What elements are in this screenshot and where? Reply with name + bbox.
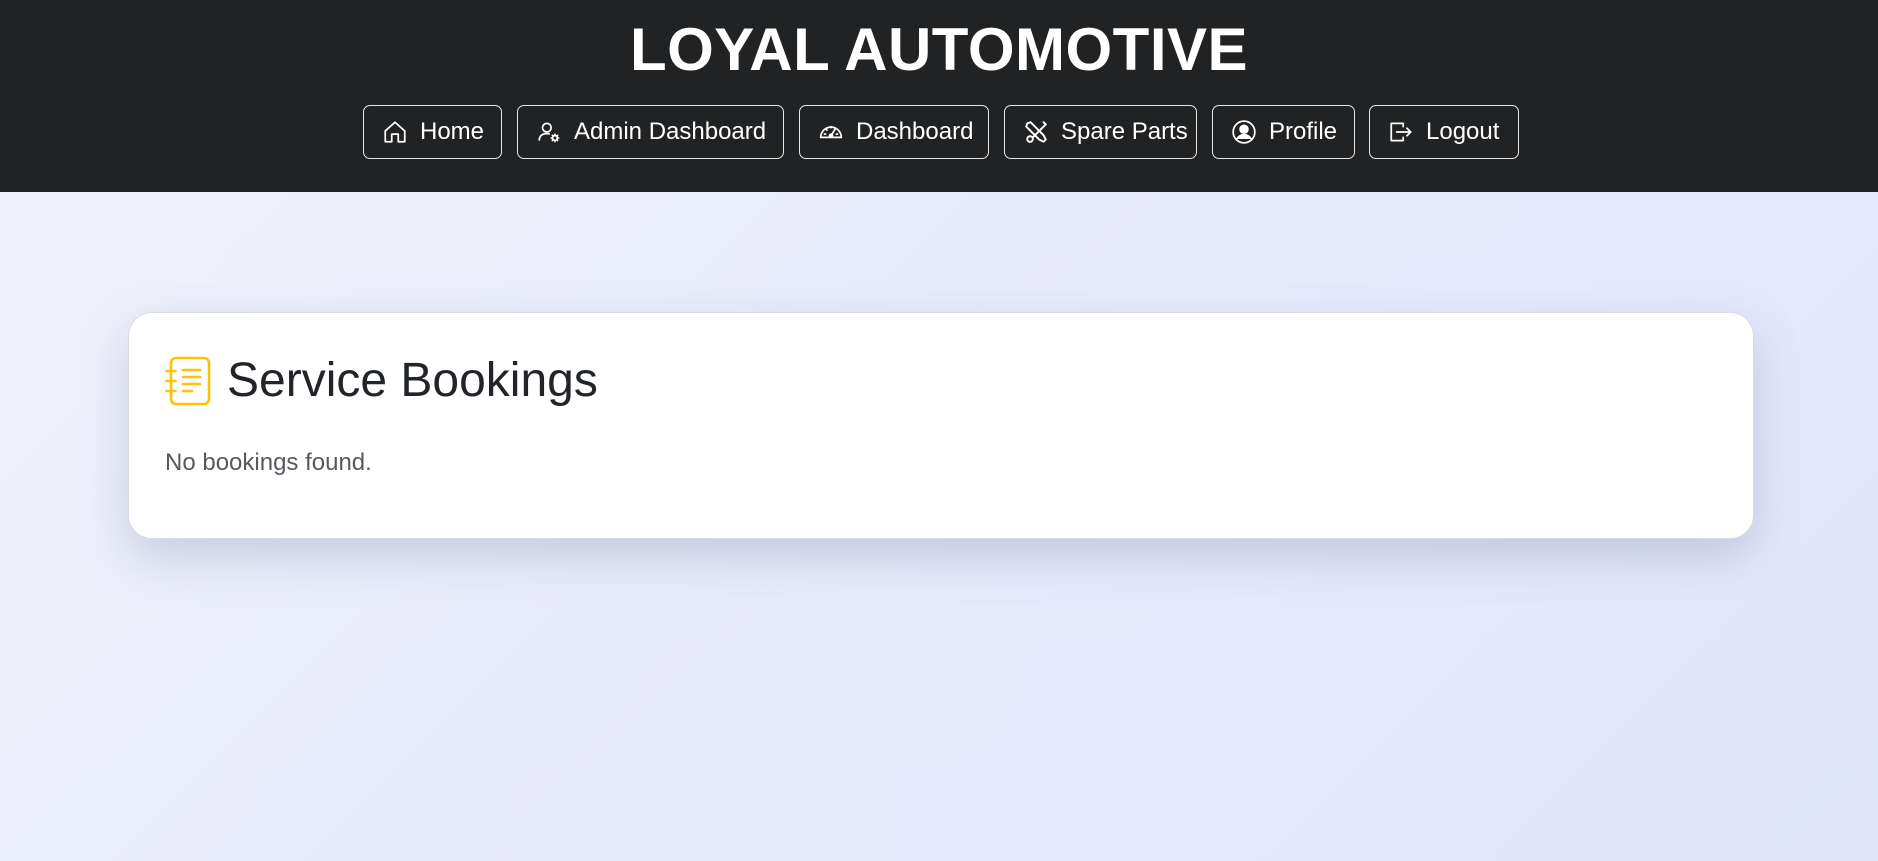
nav-spare-parts-button[interactable]: Spare Parts (1004, 105, 1197, 159)
nav-spare-parts-label: Spare Parts (1061, 118, 1188, 145)
empty-message: No bookings found. (165, 449, 372, 476)
nav-admin-dashboard-button[interactable]: Admin Dashboard (517, 105, 784, 159)
user-gear-icon (536, 119, 562, 145)
nav-home-button[interactable]: Home (363, 105, 502, 159)
nav-logout-label: Logout (1426, 118, 1500, 145)
nav-profile-label: Profile (1269, 118, 1338, 145)
nav-dashboard-button[interactable]: Dashboard (799, 105, 989, 159)
service-bookings-card: Service Bookings No bookings found. (128, 312, 1754, 539)
brand-title: LOYAL AUTOMOTIVE (629, 16, 1249, 83)
logout-icon (1388, 119, 1414, 145)
main-nav: Home Admin Dashboard Dashboard Spare Par… (0, 105, 1878, 161)
nav-profile-button[interactable]: Profile (1212, 105, 1355, 159)
top-navbar: LOYAL AUTOMOTIVE Home Admin Dashboard Da… (0, 0, 1878, 192)
tools-icon (1023, 119, 1049, 145)
home-icon (382, 119, 408, 145)
person-circle-icon (1231, 119, 1257, 145)
nav-dashboard-label: Dashboard (856, 118, 974, 145)
card-title: Service Bookings (227, 354, 598, 407)
nav-admin-dashboard-label: Admin Dashboard (574, 118, 767, 145)
nav-home-label: Home (420, 118, 485, 145)
speedometer-icon (818, 119, 844, 145)
journal-text-icon (165, 355, 213, 407)
card-header: Service Bookings (165, 353, 598, 409)
nav-logout-button[interactable]: Logout (1369, 105, 1519, 159)
